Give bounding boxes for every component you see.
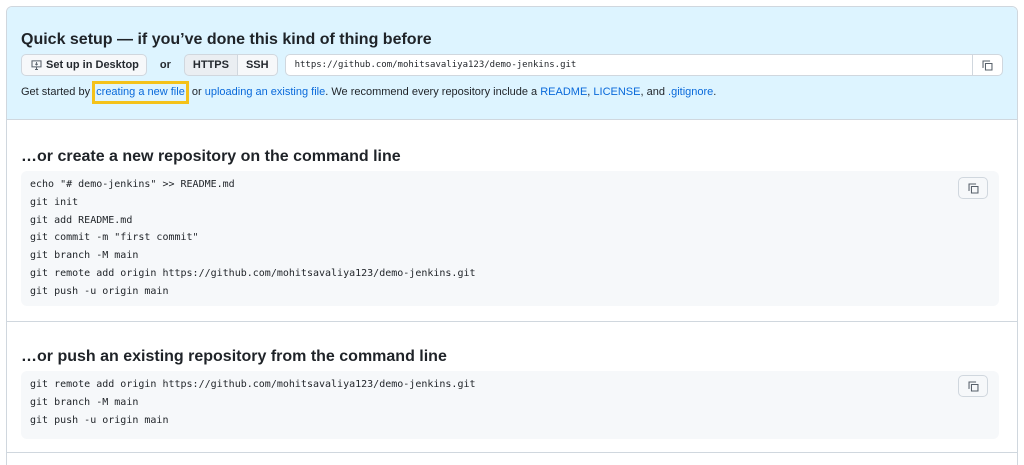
push-existing-code-block: git remote add origin https://github.com… — [21, 371, 999, 439]
copy-icon — [982, 60, 993, 70]
clone-toolbar: Set up in Desktop or HTTPS SSH — [21, 54, 1003, 76]
quick-setup-box: Quick setup — if you’ve done this kind o… — [7, 7, 1017, 120]
push-existing-code: git remote add origin https://github.com… — [30, 379, 476, 426]
gitignore-link[interactable]: .gitignore — [668, 86, 713, 98]
https-button[interactable]: HTTPS — [183, 54, 237, 76]
creating-new-file-link[interactable]: creating a new file — [96, 86, 185, 98]
copy-url-button[interactable] — [972, 54, 1002, 76]
license-link[interactable]: LICENSE — [593, 86, 640, 98]
create-repo-code-block: echo "# demo-jenkins" >> README.md git i… — [21, 171, 999, 306]
readme-link[interactable]: README — [540, 86, 587, 98]
repo-setup-panel: Quick setup — if you’ve done this kind o… — [6, 6, 1018, 465]
ssh-button[interactable]: SSH — [236, 54, 278, 76]
push-existing-section: …or push an existing repository from the… — [7, 322, 1017, 453]
push-existing-title: …or push an existing repository from the… — [21, 348, 447, 365]
get-started-text: Get started by creating a new file or up… — [21, 81, 1003, 104]
create-repo-code: echo "# demo-jenkins" >> README.md git i… — [30, 179, 476, 297]
copy-create-code-button[interactable] — [958, 177, 988, 199]
clone-url-field-wrap — [284, 54, 1003, 76]
create-repo-section: …or create a new repository on the comma… — [7, 120, 1017, 322]
copy-icon — [968, 183, 978, 193]
setup-desktop-label: Set up in Desktop — [46, 59, 139, 71]
desktop-icon — [31, 60, 42, 71]
clone-url-input[interactable] — [294, 60, 1002, 70]
create-repo-title: …or create a new repository on the comma… — [21, 148, 401, 165]
copy-push-code-button[interactable] — [958, 375, 988, 397]
upload-existing-file-link[interactable]: uploading an existing file — [205, 86, 325, 98]
copy-icon — [968, 381, 978, 391]
or-label: or — [159, 59, 171, 71]
protocol-switch: HTTPS SSH — [183, 54, 278, 76]
quick-setup-title: Quick setup — if you’ve done this kind o… — [21, 31, 432, 48]
highlight-box: creating a new file — [92, 81, 189, 104]
setup-desktop-button[interactable]: Set up in Desktop — [21, 54, 147, 76]
